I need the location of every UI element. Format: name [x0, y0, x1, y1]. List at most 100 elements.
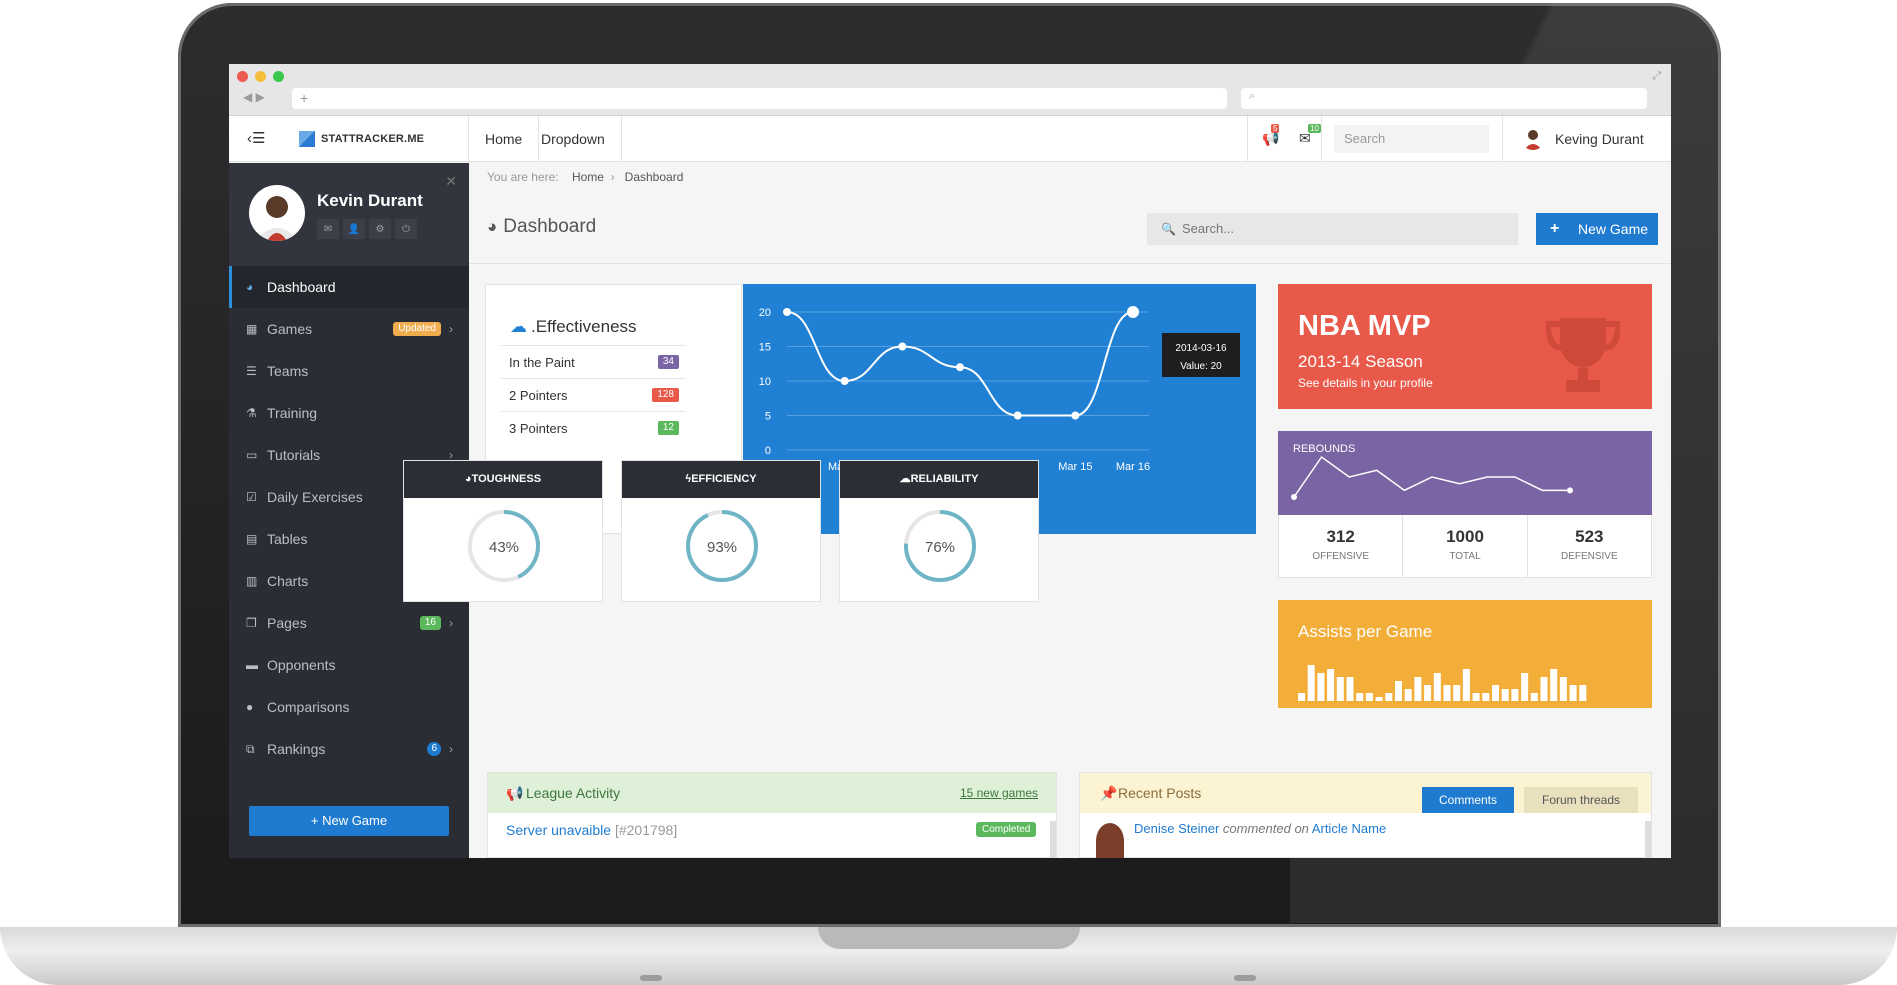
table-icon: ▤: [246, 532, 258, 546]
data-point[interactable]: [1071, 411, 1080, 420]
assist-bar: [1404, 689, 1412, 701]
sidebar-new-game-button[interactable]: + New Game: [249, 806, 449, 836]
laptop-notch: [818, 927, 1080, 949]
gauge-label: RELIABILITY: [910, 473, 979, 485]
url-bar[interactable]: +: [292, 88, 1227, 109]
sidebar-item-label: Daily Exercises: [267, 489, 363, 505]
effectiveness-row: In the Paint 34: [501, 345, 685, 378]
gear-icon[interactable]: ⚙: [369, 219, 391, 239]
mail-icon[interactable]: ✉ 10: [1299, 124, 1321, 147]
maximize-dot[interactable]: [273, 71, 284, 82]
assist-bar: [1414, 677, 1422, 701]
assist-bar: [1569, 685, 1577, 701]
assist-bar: [1356, 693, 1364, 701]
y-tick-label: 0: [765, 445, 771, 457]
power-icon[interactable]: ⏻: [395, 219, 417, 239]
status-badge: Completed: [976, 822, 1037, 837]
grid-icon: ▦: [246, 322, 258, 336]
gauge-value: 93%: [707, 539, 737, 556]
sidebar-item-teams[interactable]: ☰ Teams: [229, 350, 469, 392]
sidebar-item-label: Games: [267, 321, 313, 337]
user-icon[interactable]: 👤: [343, 219, 365, 239]
scrollbar[interactable]: [1050, 821, 1056, 858]
breadcrumb-home[interactable]: Home: [572, 170, 604, 184]
assist-bar: [1501, 689, 1509, 701]
effectiveness-title-text: .Effectiveness: [531, 317, 637, 336]
sidebar-item-dashboard[interactable]: ◕ Dashboard: [229, 266, 469, 308]
assist-bar: [1385, 693, 1393, 701]
data-point[interactable]: [783, 308, 791, 316]
scrollbar[interactable]: [1645, 821, 1651, 858]
gauge-value: 76%: [925, 539, 955, 556]
mail-icon[interactable]: ✉: [317, 219, 339, 239]
new-game-label: New Game: [1578, 221, 1649, 237]
assist-bar: [1550, 669, 1558, 701]
new-tab-icon[interactable]: +: [300, 90, 308, 106]
cloud-upload-icon: ☁: [510, 317, 527, 336]
post-author[interactable]: Denise Steiner: [1134, 821, 1219, 836]
y-tick-label: 5: [765, 411, 771, 423]
mvp-title: NBA MVP: [1298, 310, 1431, 342]
tab-comments[interactable]: Comments: [1422, 787, 1514, 813]
spark-point: [1291, 494, 1297, 500]
rebounds-stats: 312 OFFENSIVE 1000 TOTAL 523 DEFENSIVE: [1278, 515, 1652, 578]
recent-posts-title: Recent Posts: [1118, 785, 1202, 801]
activity-item-ref: [#201798]: [614, 822, 678, 838]
data-point[interactable]: [840, 377, 849, 385]
page-title: ◕ Dashboard: [487, 216, 596, 238]
data-point[interactable]: [1013, 411, 1022, 420]
sidebar-item-pages[interactable]: ❐ Pages 16 ›: [229, 602, 469, 644]
assist-bar: [1511, 689, 1519, 701]
brand-name[interactable]: STATTRACKER.ME: [321, 133, 424, 145]
dashboard-icon: ◕: [487, 217, 498, 236]
mvp-details-link[interactable]: See details in your profile: [1298, 376, 1433, 390]
sidebar-item-opponents[interactable]: ▬ Opponents: [229, 644, 469, 686]
assists-bar-chart: [1298, 665, 1587, 701]
post-target[interactable]: Article Name: [1312, 821, 1386, 836]
close-dot[interactable]: [237, 71, 248, 82]
user-menu[interactable]: Keving Durant: [1502, 116, 1671, 162]
fullscreen-icon[interactable]: ⤢: [1652, 70, 1661, 83]
menu-toggle-icon[interactable]: ‹☰: [247, 129, 265, 147]
tooltip-date: 2014-03-16: [1175, 343, 1227, 354]
browser-search-bar[interactable]: ⌕: [1241, 88, 1647, 109]
pages-icon: ❐: [246, 616, 257, 630]
chart-icon: ▥: [246, 574, 258, 588]
mvp-card[interactable]: NBA MVP 2013-14 Season See details in yo…: [1278, 284, 1652, 409]
drop-icon: ●: [246, 700, 254, 714]
minimize-dot[interactable]: [255, 71, 266, 82]
nav-dropdown[interactable]: Dropdown: [525, 116, 622, 162]
league-activity-title: League Activity: [526, 785, 621, 801]
close-icon[interactable]: ✕: [445, 173, 457, 190]
laptop-foot: [640, 975, 662, 981]
sitemap-icon: ⧉: [246, 742, 255, 756]
tab-forum-threads[interactable]: Forum threads: [1524, 787, 1638, 813]
y-tick-label: 20: [759, 307, 771, 319]
post-item[interactable]: Denise Steiner commented on Article Name: [1134, 821, 1386, 836]
data-point[interactable]: [956, 363, 964, 372]
browser-chrome: ◀ ▶ + ⌕ ⤢: [229, 64, 1671, 116]
effectiveness-row: 2 Pointers 128: [501, 378, 685, 411]
activity-item-title[interactable]: Server unavaible: [506, 822, 611, 838]
data-point[interactable]: [898, 342, 907, 351]
league-activity-panel: 📢 League Activity 15 new games Server un…: [487, 772, 1057, 858]
top-search-placeholder: Search: [1344, 131, 1386, 146]
sidebar-item-rankings[interactable]: ⧉ Rankings 6 ›: [229, 728, 469, 770]
sidebar-item-comparisons[interactable]: ● Comparisons: [229, 686, 469, 728]
league-activity-header: 📢 League Activity 15 new games: [488, 773, 1056, 813]
new-games-link[interactable]: 15 new games: [960, 773, 1038, 813]
back-forward-icon[interactable]: ◀ ▶: [243, 90, 265, 104]
data-point[interactable]: [1127, 306, 1139, 318]
assist-bar: [1472, 693, 1480, 701]
activity-item[interactable]: Server unavaible [#201798]: [506, 822, 677, 838]
notifications-icon[interactable]: 📢 5: [1262, 124, 1280, 147]
content-search-input[interactable]: 🔍 Search...: [1147, 213, 1518, 245]
sidebar-item-training[interactable]: ⚗ Training: [229, 392, 469, 434]
effectiveness-row-label: 3 Pointers: [509, 421, 568, 436]
assist-bar: [1424, 685, 1432, 701]
top-search-input[interactable]: Search: [1334, 125, 1489, 153]
sidebar-item-games[interactable]: ▦ Games Updated ›: [229, 308, 469, 350]
gauge-label: TOUGHNESS: [471, 473, 542, 485]
new-game-button[interactable]: + New Game: [1536, 213, 1658, 245]
effectiveness-row-label: In the Paint: [509, 355, 575, 370]
